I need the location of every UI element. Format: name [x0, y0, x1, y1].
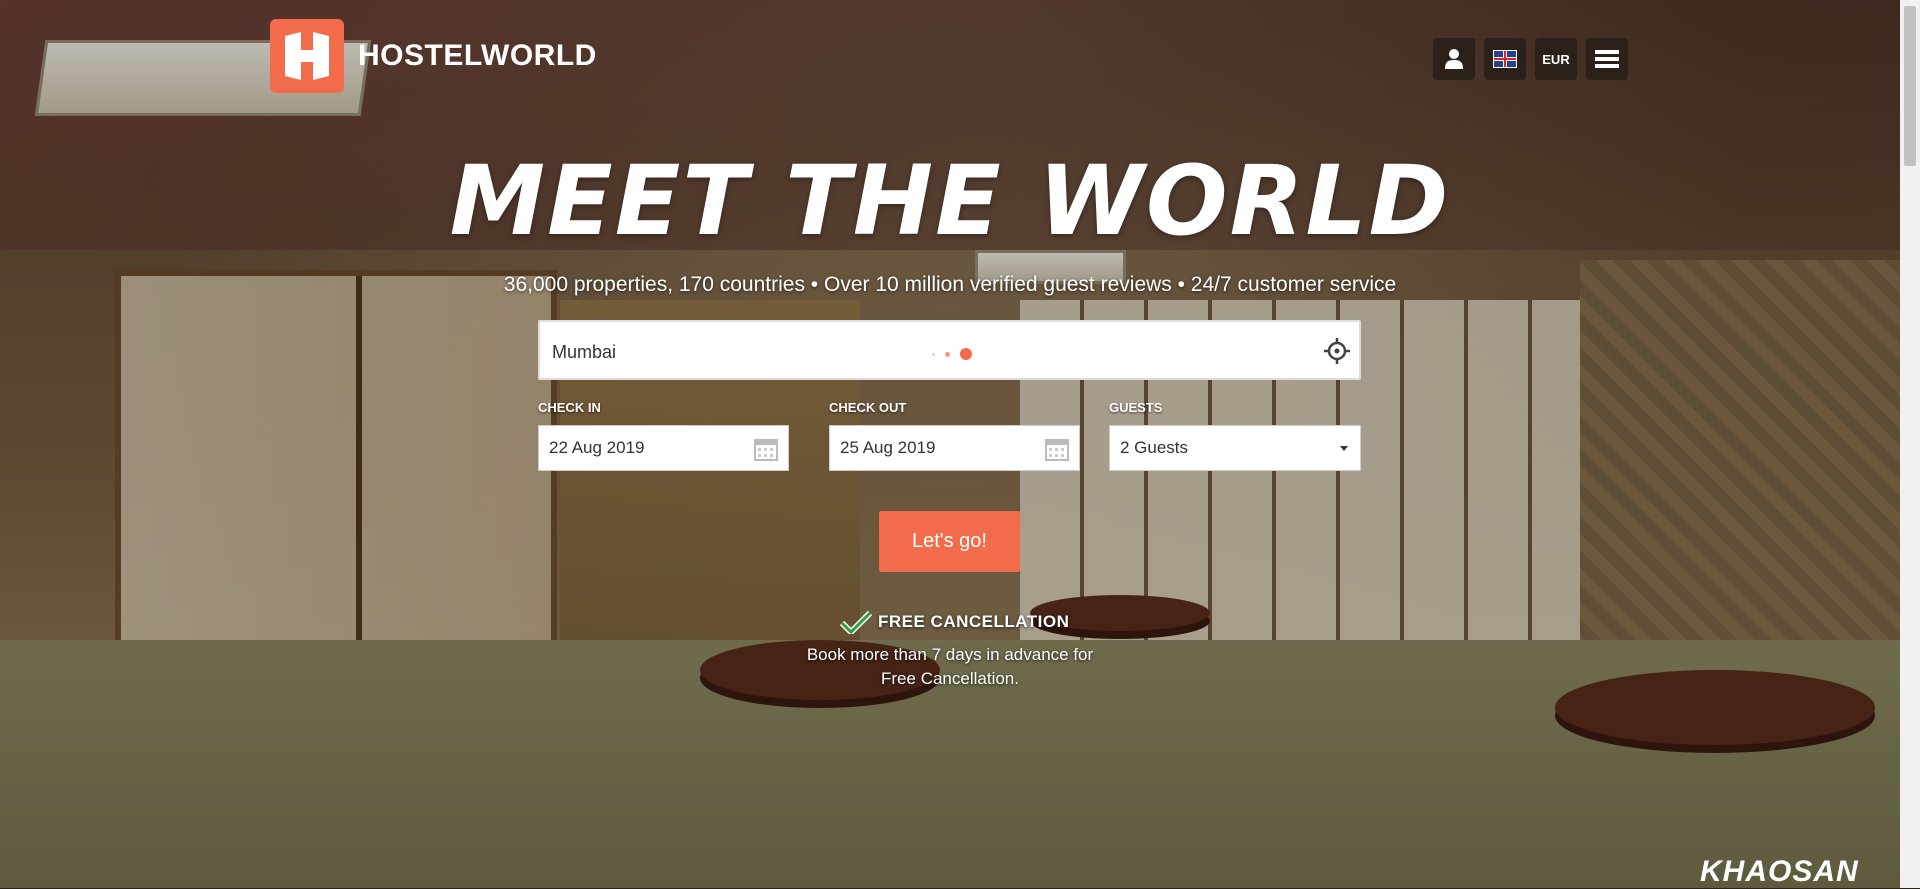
hero-tagline: 36,000 properties, 170 countries • Over …	[503, 273, 1397, 296]
destination-input[interactable]	[550, 334, 1254, 370]
crosshair-icon[interactable]	[1324, 338, 1350, 369]
hostel-watermark: KHAOSAN	[1700, 855, 1859, 888]
uk-flag-icon	[1493, 50, 1517, 68]
check-in-field[interactable]: 22 Aug 2019	[538, 425, 789, 471]
calendar-icon[interactable]	[754, 437, 778, 461]
hostelworld-logo-icon	[270, 19, 344, 93]
top-nav: EUR	[1433, 38, 1628, 80]
user-icon	[1445, 49, 1463, 69]
free-cancellation-heading: FREE CANCELLATION	[840, 610, 1069, 634]
menu-button[interactable]	[1586, 38, 1628, 80]
loading-indicator	[932, 348, 972, 360]
currency-button[interactable]: EUR	[1535, 38, 1577, 80]
destination-search	[538, 320, 1361, 380]
account-button[interactable]	[1433, 38, 1475, 80]
lets-go-button[interactable]: Let's go!	[879, 511, 1020, 572]
scrollbar-thumb[interactable]	[1904, 6, 1916, 166]
guests-value: 2 Guests	[1120, 438, 1189, 457]
language-button[interactable]	[1484, 38, 1526, 80]
chevron-down-icon	[1340, 446, 1348, 451]
page-scrollbar[interactable]	[1900, 0, 1920, 888]
free-cancellation-line1: Book more than 7 days in advance for	[806, 645, 1094, 664]
free-cancellation-line2: Free Cancellation.	[881, 669, 1019, 688]
check-out-value: 25 Aug 2019	[840, 438, 936, 457]
check-out-field[interactable]: 25 Aug 2019	[829, 425, 1080, 471]
free-cancellation-text: Book more than 7 days in advance for Fre…	[800, 643, 1100, 691]
check-in-label: CHECK IN	[538, 400, 601, 415]
calendar-icon[interactable]	[1045, 437, 1069, 461]
checkmark-icon	[840, 610, 872, 634]
check-in-value: 22 Aug 2019	[549, 438, 645, 457]
brand-name: HOSTELWORLD	[358, 39, 597, 72]
hamburger-menu-icon	[1595, 50, 1619, 68]
hero-headline: MEET THE WORLD	[449, 145, 1451, 257]
check-out-label: CHECK OUT	[829, 400, 907, 415]
brand-logo[interactable]: HOSTELWORLD	[270, 19, 597, 93]
free-cancellation-title: FREE CANCELLATION	[878, 612, 1070, 631]
guests-select[interactable]: 2 Guests	[1109, 425, 1361, 471]
guests-label: GUESTS	[1109, 400, 1163, 415]
